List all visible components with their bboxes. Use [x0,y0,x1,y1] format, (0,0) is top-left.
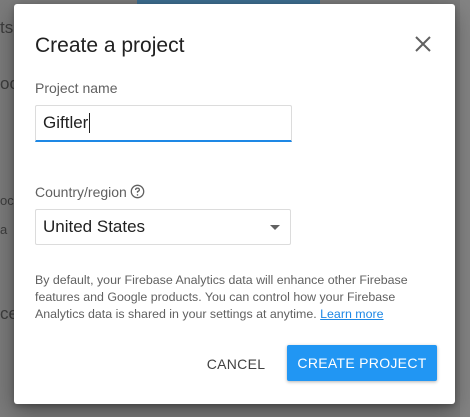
background-text-fragment: oc [0,193,14,208]
background-panel [460,0,470,417]
create-project-dialog: Create a project Project name Giftler Co… [14,4,455,404]
cancel-button[interactable]: CANCEL [200,346,272,382]
project-name-value: Giftler [43,113,89,132]
background-text-fragment: a [0,222,8,237]
help-circle-icon [130,184,145,199]
learn-more-link[interactable]: Learn more [320,307,383,321]
background-text-fragment: ce [0,304,14,323]
create-project-button[interactable]: CREATE PROJECT [287,345,437,381]
project-name-label: Project name [35,80,118,96]
background-text-fragment: oc [0,74,14,93]
dialog-title: Create a project [35,34,185,57]
dropdown-arrow-icon [270,225,280,230]
country-label: Country/region [35,184,127,200]
help-button[interactable] [130,184,145,199]
background-text-fragment: ts [0,18,14,37]
analytics-info-text: By default, your Firebase Analytics data… [35,272,440,323]
text-cursor [89,113,91,133]
close-button[interactable] [413,34,433,54]
country-value: United States [43,217,146,236]
close-icon [415,36,431,52]
project-name-input[interactable]: Giftler [35,105,292,142]
country-select[interactable]: United States [35,209,291,245]
